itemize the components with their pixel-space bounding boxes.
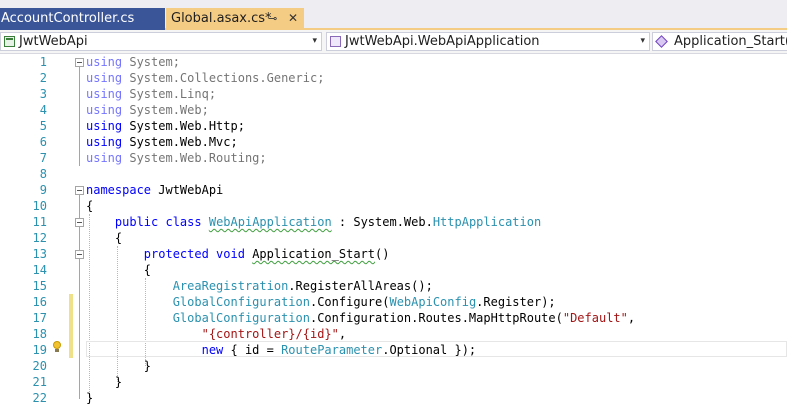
line-number: 18 <box>32 327 47 341</box>
code-line: 21 } <box>0 374 787 390</box>
method-cube-icon <box>655 35 668 48</box>
code-line: 12 { <box>0 230 787 246</box>
code-line: 6 using System.Web.Mvc; <box>0 134 787 150</box>
code-line: 17 GlobalConfiguration.Configuration.Rou… <box>0 310 787 326</box>
document-tab-strip: AccountController.cs Global.asax.cs* ⊸ ✕ <box>0 0 787 30</box>
collapse-icon[interactable] <box>75 186 84 195</box>
line-number: 16 <box>32 295 47 309</box>
code-line: 9 namespace JwtWebApi <box>0 182 787 198</box>
line-number: 2 <box>39 71 47 85</box>
code-line: 8 <box>0 166 787 182</box>
navigation-bar: JwtWebApi ▾ JwtWebApi.WebApiApplication … <box>0 30 787 54</box>
code-text: using System.Web; <box>86 103 209 117</box>
member-dropdown[interactable]: Application_Start() <box>652 32 787 51</box>
project-dropdown[interactable]: JwtWebApi ▾ <box>0 32 322 51</box>
pin-icon[interactable]: ⊸ <box>268 8 277 29</box>
code-text: using System.Web.Routing; <box>86 151 267 165</box>
code-text: { <box>114 231 123 245</box>
code-text: using System; <box>86 55 180 69</box>
code-text: using System.Web.Http; <box>86 119 245 133</box>
code-text: { <box>143 263 152 277</box>
code-text: { <box>86 199 94 213</box>
code-text: public class WebApiApplication : System.… <box>114 215 542 229</box>
code-text: } <box>86 391 94 405</box>
class-dropdown-value: JwtWebApi.WebApiApplication <box>345 34 540 49</box>
code-line: 16 GlobalConfiguration.Configure(WebApiC… <box>0 294 787 310</box>
code-text: } <box>143 359 152 373</box>
tab-global-asax[interactable]: Global.asax.cs* ⊸ ✕ <box>166 8 304 30</box>
code-text: protected void Application_Start() <box>143 247 390 261</box>
code-text: AreaRegistration.RegisterAllAreas(); <box>172 279 433 293</box>
code-line: 4 using System.Web; <box>0 102 787 118</box>
line-number: 3 <box>39 87 47 101</box>
code-text: using System.Collections.Generic; <box>86 71 325 85</box>
line-number: 20 <box>32 359 47 373</box>
line-number: 13 <box>32 247 47 261</box>
code-text: using System.Web.Mvc; <box>86 135 238 149</box>
line-number: 21 <box>32 375 47 389</box>
code-line: 3 using System.Linq; <box>0 86 787 102</box>
code-line: 10 { <box>0 198 787 214</box>
code-text: using System.Linq; <box>86 87 217 101</box>
code-line: 22 } <box>0 390 787 406</box>
line-number: 22 <box>32 391 47 405</box>
code-text: } <box>114 375 123 389</box>
code-line: 11 public class WebApiApplication : Syst… <box>0 214 787 230</box>
collapse-icon[interactable] <box>75 58 84 67</box>
line-number: 8 <box>39 167 47 181</box>
csharp-project-icon <box>4 36 15 47</box>
close-icon[interactable]: ✕ <box>288 8 298 29</box>
class-dropdown[interactable]: JwtWebApi.WebApiApplication ▾ <box>326 32 650 51</box>
member-dropdown-value: Application_Start() <box>674 34 787 49</box>
code-line: 7 using System.Web.Routing; <box>0 150 787 166</box>
collapse-icon[interactable] <box>75 250 84 259</box>
line-number: 14 <box>32 263 47 277</box>
code-editor[interactable]: 1 using System; 2 using System.Collectio… <box>0 54 787 408</box>
line-number: 5 <box>39 119 47 133</box>
line-number: 6 <box>39 135 47 149</box>
line-number: 10 <box>32 199 47 213</box>
code-line: 20 } <box>0 358 787 374</box>
code-line: 1 using System; <box>0 54 787 70</box>
line-number: 12 <box>32 231 47 245</box>
code-line: 19 new { id = RouteParameter.Optional })… <box>0 342 787 358</box>
collapse-icon[interactable] <box>75 218 84 227</box>
line-number: 15 <box>32 279 47 293</box>
line-number: 4 <box>39 103 47 117</box>
line-number: 9 <box>39 183 47 197</box>
code-text: "{controller}/{id}", <box>201 327 347 341</box>
class-icon <box>330 36 341 47</box>
chevron-down-icon[interactable]: ▾ <box>640 33 645 50</box>
project-dropdown-value: JwtWebApi <box>19 34 88 49</box>
tab-label: AccountController.cs <box>1 11 135 26</box>
chevron-down-icon[interactable]: ▾ <box>312 33 317 50</box>
code-text: new { id = RouteParameter.Optional }); <box>201 343 477 357</box>
code-line: 13 protected void Application_Start() <box>0 246 787 262</box>
code-text: GlobalConfiguration.Configure(WebApiConf… <box>172 295 556 309</box>
line-number: 7 <box>39 151 47 165</box>
code-line: 5 using System.Web.Http; <box>0 118 787 134</box>
code-text: namespace JwtWebApi <box>86 183 224 197</box>
line-number: 17 <box>32 311 47 325</box>
line-number: 1 <box>39 55 47 69</box>
tab-account-controller[interactable]: AccountController.cs <box>0 8 165 30</box>
code-line: 14 { <box>0 262 787 278</box>
code-line: 18 "{controller}/{id}", <box>0 326 787 342</box>
line-number: 11 <box>32 215 47 229</box>
code-text: GlobalConfiguration.Configuration.Routes… <box>172 311 636 325</box>
line-number: 19 <box>32 343 47 357</box>
tab-label: Global.asax.cs* <box>171 11 272 26</box>
code-line: 15 AreaRegistration.RegisterAllAreas(); <box>0 278 787 294</box>
code-line: 2 using System.Collections.Generic; <box>0 70 787 86</box>
